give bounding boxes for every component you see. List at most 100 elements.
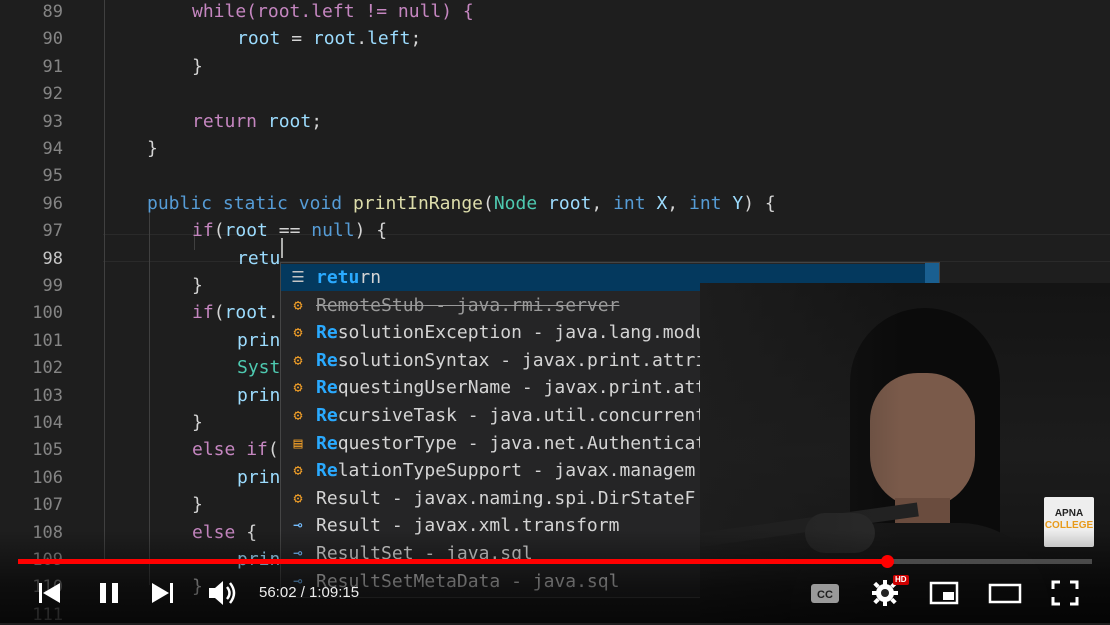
line-number: 94 <box>42 139 63 159</box>
code-token: } <box>147 138 158 159</box>
match-highlight: retu <box>316 267 360 288</box>
code-token: root <box>224 220 268 242</box>
line-number: 93 <box>42 111 63 132</box>
suggestion-name: questingUserName <box>337 377 512 399</box>
code-line[interactable]: Syst <box>237 358 280 378</box>
code-line[interactable]: retu <box>237 247 281 269</box>
line-number: 89 <box>42 2 63 22</box>
class-icon: ⚙ <box>293 461 303 480</box>
suggestion-detail: - java.rmi.server <box>424 294 620 316</box>
code-token: ) { <box>354 220 388 242</box>
code-line[interactable]: public static void printInRange(Node roo… <box>147 192 776 214</box>
progress-bar[interactable] <box>18 555 1092 568</box>
code-line[interactable]: else if( <box>192 440 279 460</box>
code-line[interactable]: } <box>192 413 203 433</box>
suggestion-detail: - javax.naming.spi.DirStateF <box>381 487 696 509</box>
code-token: prin <box>237 384 281 406</box>
code-line[interactable]: prin <box>237 466 281 488</box>
line-number: 90 <box>42 29 63 50</box>
suggestion-name: cursiveTask <box>337 405 457 426</box>
match-highlight: Re <box>316 322 338 344</box>
suggestion-detail: - javax.print.attri <box>511 377 728 399</box>
code-line[interactable]: prin <box>237 330 280 351</box>
enum-icon: ▤ <box>293 433 303 452</box>
code-line[interactable]: return root; <box>192 110 322 132</box>
code-token: ; <box>410 28 422 50</box>
code-line[interactable]: prin <box>237 384 281 406</box>
class-icon: ⚙ <box>293 323 303 342</box>
code-token: root <box>224 302 268 324</box>
code-token: prin <box>237 466 281 488</box>
line-number: 97 <box>42 221 63 242</box>
code-line[interactable]: root = root.left; <box>237 29 421 49</box>
code-token: ( <box>267 439 279 461</box>
code-line[interactable]: if(root == null) { <box>192 221 387 241</box>
hd-badge: HD <box>893 575 909 585</box>
text-cursor <box>281 238 283 258</box>
suggestion-label: return <box>316 264 381 291</box>
line-number: 105 <box>32 440 63 461</box>
code-line[interactable]: while(root.left != null) { <box>192 2 474 22</box>
code-line[interactable]: } <box>192 276 203 296</box>
code-line[interactable]: } <box>192 55 203 77</box>
line-number: 107 <box>32 495 63 516</box>
suggestion-name: questorType <box>337 432 457 454</box>
suggestion-label: RequestingUserName - javax.print.attri <box>316 374 728 401</box>
previous-button[interactable] <box>34 574 64 612</box>
code-token: public <box>147 192 213 214</box>
code-token: if <box>246 439 268 461</box>
class-icon: ⚙ <box>293 406 303 424</box>
scrubber-handle[interactable] <box>880 555 894 568</box>
code-token: left <box>367 28 411 50</box>
line-number: 104 <box>32 413 63 433</box>
code-token: } <box>192 412 203 433</box>
theater-mode-button[interactable] <box>986 574 1024 612</box>
code-token: = <box>280 28 313 50</box>
line-number: 92 <box>42 84 63 105</box>
code-line[interactable]: } <box>147 139 158 159</box>
next-button[interactable] <box>148 574 178 612</box>
miniplayer-icon <box>929 581 959 605</box>
line-number: 102 <box>32 358 63 379</box>
code-token: retu <box>237 247 281 269</box>
line-number: 99 <box>42 276 63 296</box>
code-line[interactable]: } <box>192 495 203 515</box>
indent-guide <box>149 205 150 585</box>
code-token: } <box>192 275 203 296</box>
miniplayer-button[interactable] <box>927 574 961 612</box>
match-highlight: Re <box>316 460 338 482</box>
pause-button[interactable] <box>94 574 124 612</box>
code-token: root <box>267 110 312 132</box>
keyword-icon: ☰ <box>291 268 305 286</box>
code-token: null <box>311 220 355 242</box>
suggestion-label: RelationTypeSupport - javax.managem <box>316 457 695 484</box>
line-number: 106 <box>32 467 63 488</box>
fullscreen-button[interactable] <box>1048 574 1082 612</box>
code-token: } <box>192 55 203 77</box>
suggestion-name: rn <box>359 267 382 288</box>
indent-guide <box>104 0 105 560</box>
code-token: X <box>656 192 668 214</box>
previous-icon <box>39 583 60 603</box>
code-token: Syst <box>237 357 281 379</box>
code-token: while(root.left != null) { <box>192 1 474 22</box>
captions-icon: CC <box>811 584 839 603</box>
suggestion-detail: - javax.managem <box>521 460 696 482</box>
code-token: Node <box>493 192 538 214</box>
code-line[interactable]: if(root. <box>192 303 279 323</box>
code-token: ( <box>213 220 225 242</box>
code-token: , <box>667 192 689 214</box>
code-token: ( <box>483 192 494 214</box>
code-token: void <box>298 192 343 214</box>
code-token: if <box>192 302 214 324</box>
line-number: 101 <box>32 330 63 351</box>
mute-button[interactable] <box>205 574 239 612</box>
captions-button[interactable]: CC <box>808 574 842 612</box>
